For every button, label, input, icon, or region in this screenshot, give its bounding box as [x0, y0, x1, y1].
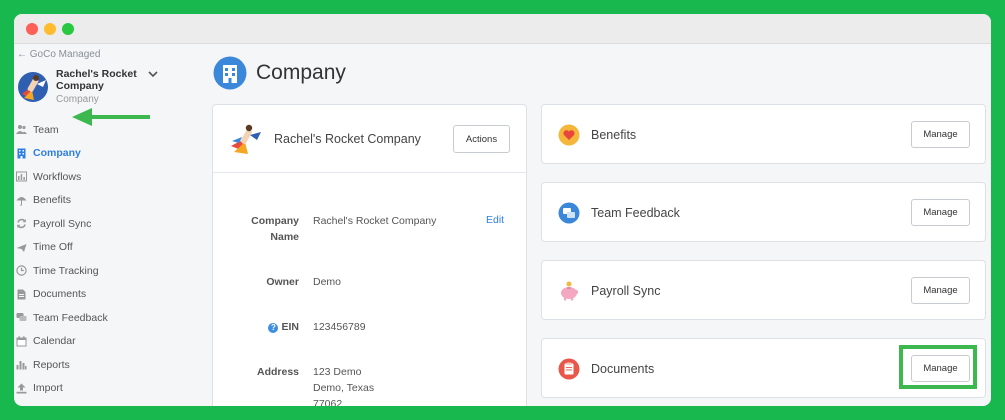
minimize-window-button[interactable]	[44, 23, 56, 35]
sidebar-item-label: Time Off	[33, 241, 73, 254]
upload-icon	[16, 383, 27, 394]
sidebar-item-label: Import	[33, 382, 63, 395]
feature-card-benefits: Benefits Manage	[541, 104, 986, 164]
ein-label: ? EIN	[213, 319, 299, 335]
sync-icon	[17, 219, 26, 229]
workflows-icon	[16, 171, 27, 182]
building-icon	[17, 148, 26, 159]
sidebar-item-label: Benefits	[33, 194, 71, 207]
company-switcher[interactable]: Rachel's Rocket Company Company	[16, 66, 191, 108]
sidebar: ← GoCo Managed Rachel's Rocket Company C…	[14, 44, 194, 406]
page-title: Company	[256, 61, 346, 84]
sidebar-item-team-feedback[interactable]: Team Feedback	[16, 306, 192, 330]
heart-icon	[558, 124, 580, 146]
edit-link[interactable]: Edit	[486, 214, 504, 226]
owner-value: Demo	[313, 276, 342, 288]
sidebar-item-label: Time Tracking	[33, 264, 99, 277]
sidebar-item-import[interactable]: Import	[16, 377, 192, 401]
sidebar-item-label: Payroll Sync	[33, 217, 92, 230]
feature-label: Team Feedback	[591, 206, 680, 220]
actions-button[interactable]: Actions	[453, 125, 510, 153]
annotation-highlight-box	[899, 345, 977, 389]
manage-benefits-button[interactable]: Manage	[911, 121, 970, 148]
company-card-title: Rachel's Rocket Company	[274, 132, 421, 146]
sidebar-item-workflows[interactable]: Workflows	[16, 165, 192, 189]
company-subtitle: Company	[56, 94, 99, 105]
sidebar-item-label: Team Feedback	[33, 311, 108, 324]
address-label: Address	[256, 366, 299, 378]
sidebar-item-documents[interactable]: Documents	[16, 283, 192, 307]
sidebar-nav: Team Company Workflows Benefits Payroll …	[16, 118, 192, 400]
chevron-down-icon[interactable]	[146, 67, 160, 81]
close-window-button[interactable]	[26, 23, 38, 35]
plane-icon	[16, 243, 27, 252]
sidebar-item-reports[interactable]: Reports	[16, 353, 192, 377]
sidebar-item-label: Company	[33, 147, 81, 160]
company-name-value: Rachel's Rocket Company	[313, 215, 437, 227]
feature-card-payroll-sync: Payroll Sync Manage	[541, 260, 986, 320]
feature-label: Benefits	[591, 128, 637, 142]
clock-icon	[16, 265, 27, 276]
sidebar-item-label: Reports	[33, 358, 70, 371]
team-icon	[16, 125, 27, 135]
calendar-icon	[16, 336, 27, 347]
feature-label: Payroll Sync	[591, 284, 661, 298]
sidebar-item-time-tracking[interactable]: Time Tracking	[16, 259, 192, 283]
company-name: Rachel's Rocket Company	[56, 68, 137, 92]
app-window: ← GoCo Managed Rachel's Rocket Company C…	[14, 14, 991, 406]
sidebar-item-time-off[interactable]: Time Off	[16, 236, 192, 260]
owner-label: Owner	[266, 276, 299, 288]
sidebar-item-label: Calendar	[33, 335, 76, 348]
chat-bubbles-icon	[558, 202, 580, 224]
bar-chart-icon	[16, 361, 27, 370]
company-details-card: Rachel's Rocket Company Actions Company …	[212, 104, 527, 406]
rocket-logo-icon	[18, 72, 48, 102]
manage-team-feedback-button[interactable]: Manage	[911, 199, 970, 226]
main-content: Company Rachel's Rocket Company Actions …	[194, 44, 991, 406]
company-card-header: Rachel's Rocket Company Actions	[213, 105, 526, 173]
sidebar-item-calendar[interactable]: Calendar	[16, 330, 192, 354]
back-link[interactable]: ← GoCo Managed	[17, 49, 100, 60]
sidebar-item-company[interactable]: Company	[16, 142, 192, 166]
sidebar-item-label: Workflows	[33, 170, 82, 183]
sidebar-item-benefits[interactable]: Benefits	[16, 189, 192, 213]
manage-payroll-sync-button[interactable]: Manage	[911, 277, 970, 304]
document-icon	[17, 289, 26, 300]
building-icon	[213, 56, 247, 90]
feature-label: Documents	[591, 362, 655, 376]
piggy-bank-icon	[561, 281, 579, 301]
chat-icon	[16, 313, 27, 322]
clipboard-icon	[558, 358, 580, 380]
company-name-label: Company Name	[251, 215, 299, 243]
sidebar-item-payroll-sync[interactable]: Payroll Sync	[16, 212, 192, 236]
sidebar-item-label: Team	[33, 123, 59, 136]
umbrella-icon	[16, 196, 27, 206]
sidebar-item-label: Documents	[33, 288, 87, 301]
rocket-logo-icon	[231, 124, 261, 154]
help-icon[interactable]: ?	[268, 323, 279, 333]
annotation-arrow	[72, 108, 150, 126]
ein-value: 123456789	[313, 321, 366, 333]
zoom-window-button[interactable]	[62, 23, 74, 35]
address-value: 123 Demo Demo, Texas 77062	[313, 366, 375, 406]
title-bar	[14, 14, 991, 44]
feature-card-team-feedback: Team Feedback Manage	[541, 182, 986, 242]
